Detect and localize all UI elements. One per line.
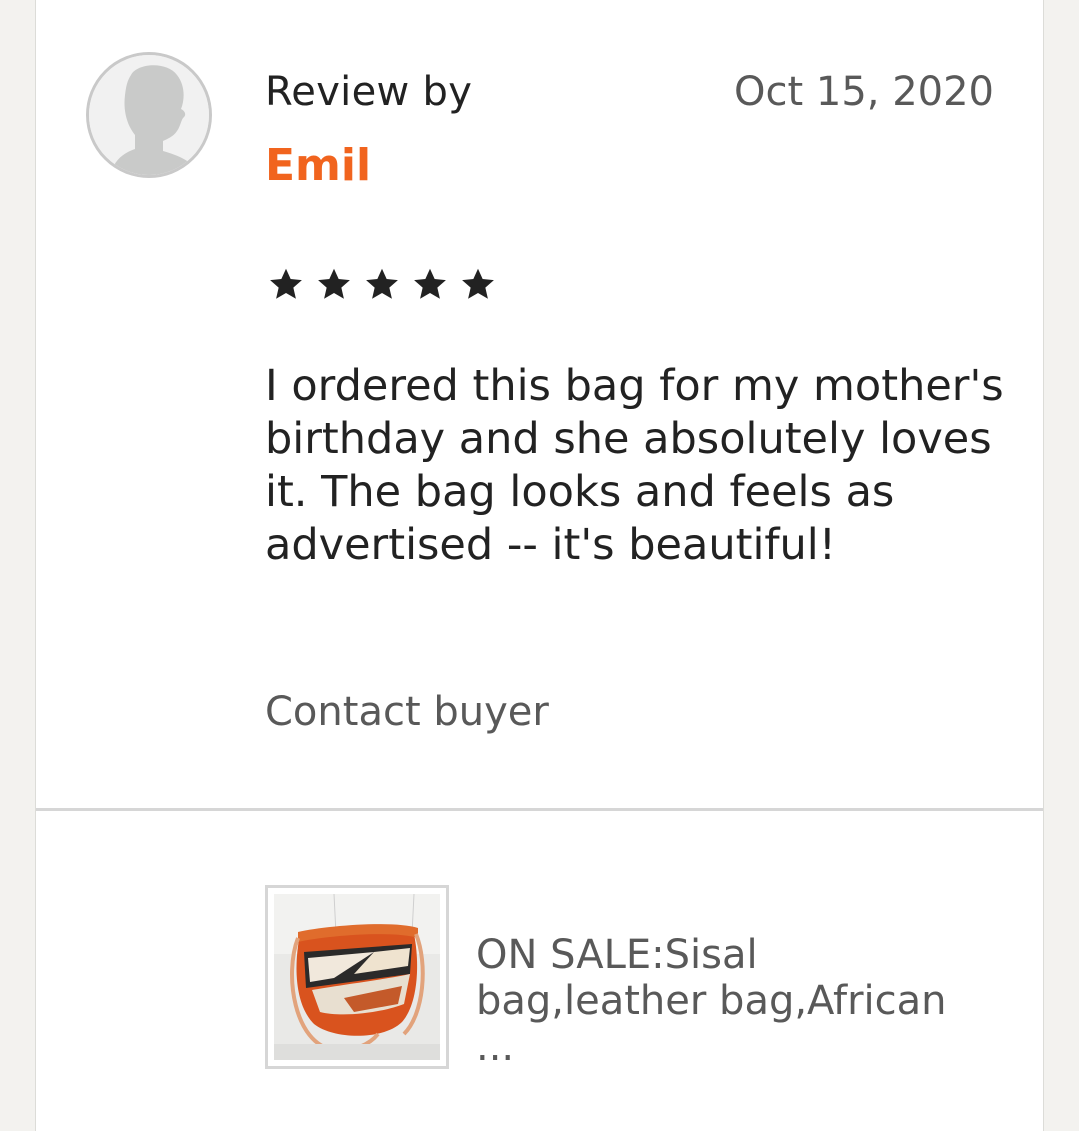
star-icon <box>366 268 398 299</box>
reviewer-avatar[interactable] <box>86 52 212 178</box>
product-title-link[interactable]: ON SALE:Sisal bag,leather bag,African ..… <box>476 932 996 1070</box>
user-silhouette-icon <box>89 55 209 175</box>
product-title-line2: bag,leather bag,African ... <box>476 978 947 1070</box>
star-icon <box>462 268 494 299</box>
review-card: Review by Oct 15, 2020 Emil I ordered th… <box>35 0 1044 1131</box>
star-icon <box>414 268 446 299</box>
review-by-label: Review by <box>265 69 473 115</box>
review-date: Oct 15, 2020 <box>734 69 994 115</box>
product-thumbnail[interactable] <box>265 885 449 1069</box>
product-title-line1: ON SALE:Sisal <box>476 932 758 978</box>
star-rating <box>268 266 496 302</box>
sisal-bag-image <box>274 894 440 1060</box>
reviewer-name-link[interactable]: Emil <box>265 138 371 194</box>
star-icon <box>318 268 350 299</box>
section-divider <box>36 808 1043 811</box>
star-icon <box>270 268 302 299</box>
review-body: I ordered this bag for my mother's birth… <box>265 361 1004 570</box>
contact-buyer-link[interactable]: Contact buyer <box>265 686 549 738</box>
